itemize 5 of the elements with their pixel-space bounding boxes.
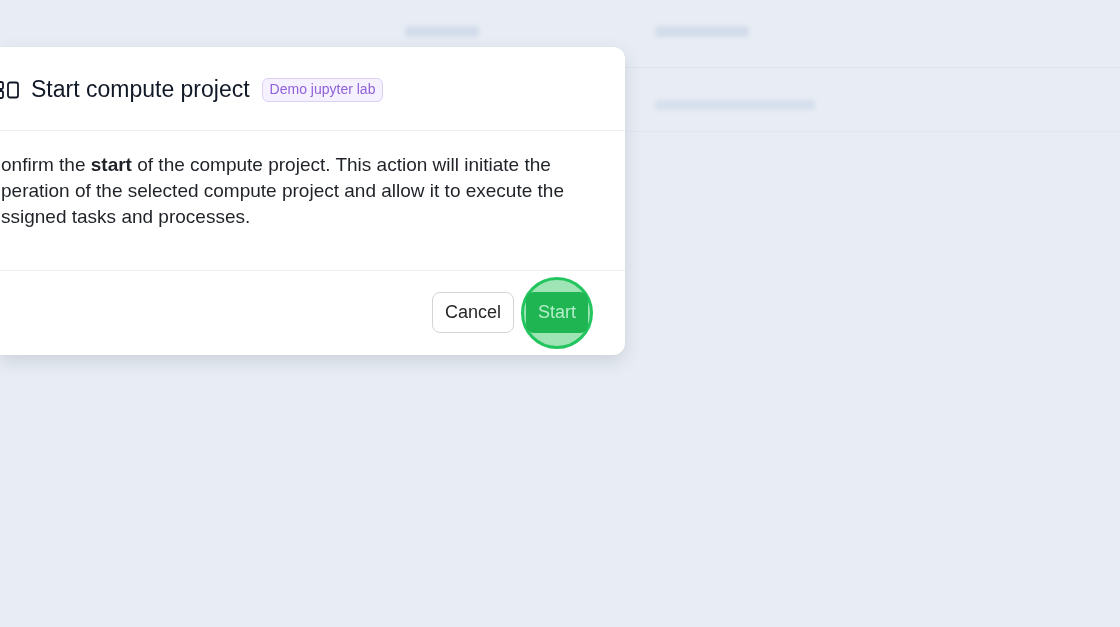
layout-icon	[0, 79, 19, 100]
cancel-button[interactable]: Cancel	[431, 292, 514, 333]
project-tag: Demo jupyter lab	[261, 77, 384, 102]
confirmation-message: onfirm the start of the compute project. This action will initiate the peration of the selected compute project and allow it to execute the ssigned tasks and processes.	[1, 153, 565, 229]
dialog-title: Start compute project	[31, 75, 250, 105]
